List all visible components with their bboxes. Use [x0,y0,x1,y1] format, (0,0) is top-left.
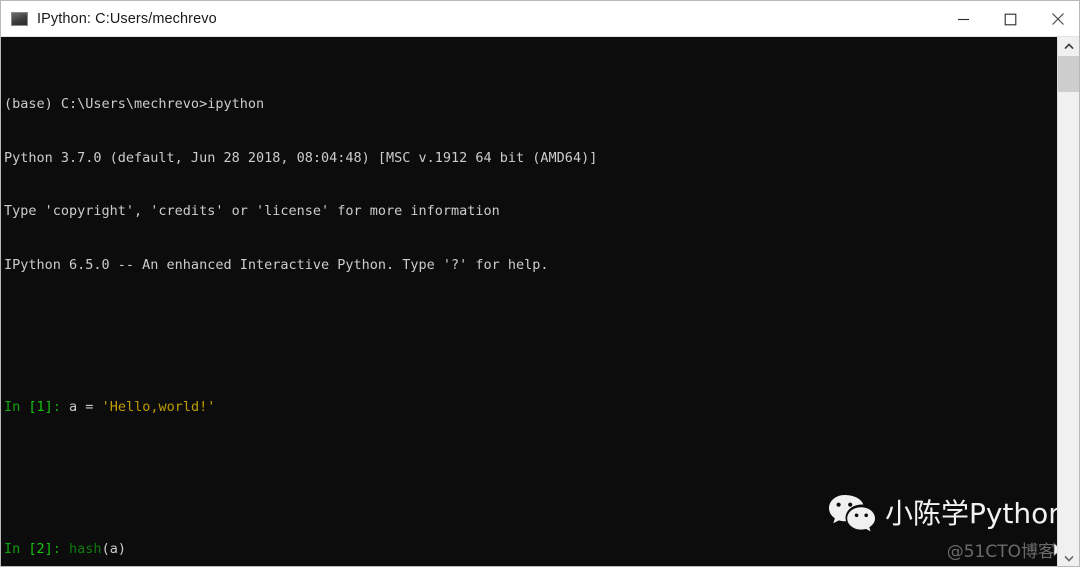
maximize-button[interactable] [987,1,1034,37]
terminal-output-area[interactable]: (base) C:\Users\mechrevo>ipython Python … [1,37,1059,566]
in-prompt-label: In [4,541,29,558]
in-prompt-number: [1] [28,398,53,415]
terminal-line: IPython 6.5.0 -- An enhanced Interactive… [4,257,1059,275]
caption-button-group [940,1,1079,37]
cell-2-builtin-name: hash [69,541,102,558]
python-version-line: Python 3.7.0 (default, Jun 28 2018, 08:0… [4,149,598,166]
window-title: IPython: C:Users/mechrevo [37,10,217,27]
cell-1-string-literal: 'Hello,world!' [101,398,216,415]
scroll-down-button[interactable] [1058,549,1079,566]
terminal-line: (base) C:\Users\mechrevo>ipython [4,96,1059,114]
terminal-line: Python 3.7.0 (default, Jun 28 2018, 08:0… [4,150,1059,168]
scroll-thumb[interactable] [1058,56,1079,92]
window-titlebar[interactable]: IPython: C:Users/mechrevo [1,1,1079,37]
shell-prompt-line: (base) C:\Users\mechrevo>ipython [4,96,265,113]
in-prompt-colon: : [52,541,70,558]
site-watermark-label: @51CTO博客 [946,542,1055,562]
scroll-up-button[interactable] [1058,37,1079,56]
terminal-line: Type 'copyright', 'credits' or 'license'… [4,203,1059,221]
close-button[interactable] [1034,1,1079,37]
minimize-button[interactable] [940,1,987,37]
input-cell-1: In [1]: a = 'Hello,world!' [4,399,1059,417]
in-prompt-number: [2] [28,541,53,558]
vertical-scrollbar[interactable] [1057,37,1079,566]
copyright-line: Type 'copyright', 'credits' or 'license'… [4,203,500,220]
ipython-console-window: IPython: C:Users/mechrevo (base) C:\User… [0,0,1080,567]
ipython-version-line: IPython 6.5.0 -- An enhanced Interactive… [4,256,549,273]
console-text: (base) C:\Users\mechrevo>ipython Python … [4,43,1059,566]
chevron-down-icon [1063,555,1074,562]
console-icon [11,11,28,26]
cell-1-code: a = [69,398,102,415]
in-prompt-colon: : [52,398,70,415]
cell-2-arguments: (a) [101,541,126,558]
input-cell-2: In [2]: hash(a) [4,541,1059,559]
chevron-up-icon [1063,43,1074,50]
in-prompt-label: In [4,398,29,415]
